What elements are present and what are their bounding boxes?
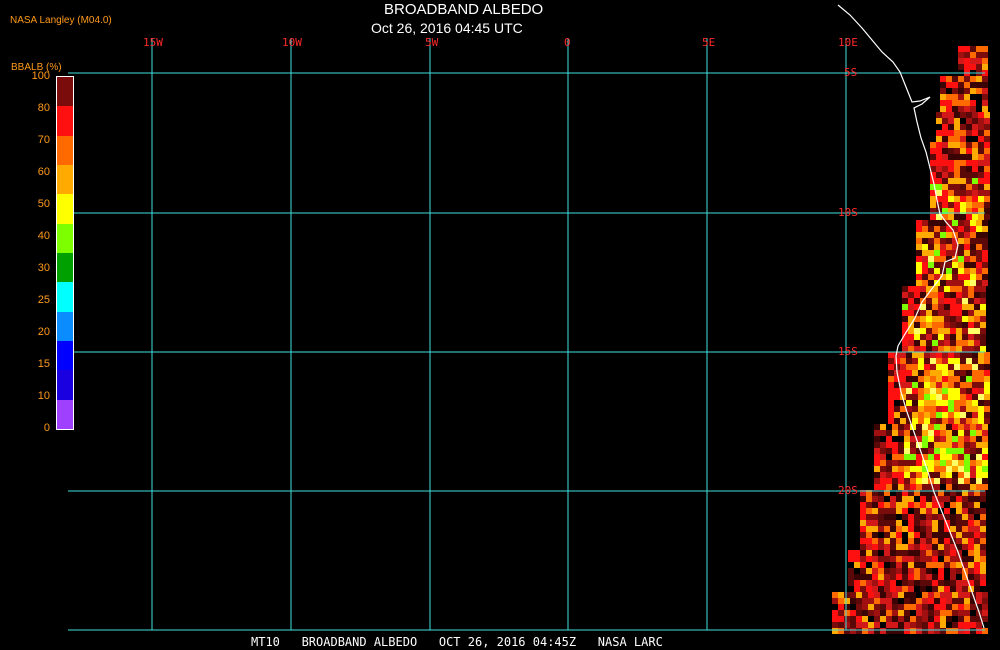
legend-tick-label: 40 <box>37 230 50 242</box>
legend-tick-label: 25 <box>37 294 50 306</box>
legend-swatch <box>57 341 73 371</box>
credit-label: NASA Langley (M04.0) <box>10 15 112 26</box>
map-timestamp: Oct 26, 2016 04:45 UTC <box>371 20 523 36</box>
legend-swatch <box>57 194 73 225</box>
lat-label-10s: 10S <box>838 206 858 219</box>
lon-label-0: 0 <box>564 36 571 49</box>
lon-label-5e: 5E <box>702 36 716 49</box>
legend-swatch <box>57 223 73 254</box>
legend-swatch <box>57 135 73 166</box>
legend-tick-label: 20 <box>37 326 50 338</box>
lat-label-15s: 15S <box>838 345 858 358</box>
legend-swatch <box>57 77 73 107</box>
color-scale-bar <box>56 76 74 430</box>
lat-label-20s: 20S <box>838 484 858 497</box>
legend-tick-label: 50 <box>37 198 50 210</box>
legend-swatch <box>57 370 73 401</box>
legend-tick-label: 30 <box>37 262 50 274</box>
map-canvas <box>0 0 1000 650</box>
legend-swatch <box>57 165 73 195</box>
lat-label-5s: 5S <box>844 66 858 79</box>
legend-swatch <box>57 311 73 342</box>
legend-tick-label: 100 <box>31 70 50 82</box>
legend-tick-label: 70 <box>37 134 50 146</box>
lon-label-10w: 10W <box>282 36 302 49</box>
lon-label-10e: 10E <box>838 36 858 49</box>
legend-tick-label: 60 <box>37 166 50 178</box>
legend-tick-label: 15 <box>37 358 50 370</box>
footer-caption: MT10 BROADBAND ALBEDO OCT 26, 2016 04:45… <box>251 635 663 649</box>
lon-label-15w: 15W <box>143 36 163 49</box>
legend-tick-label: 0 <box>43 422 50 434</box>
lon-label-5w: 5W <box>425 36 439 49</box>
legend-tick-label: 10 <box>37 390 50 402</box>
legend-swatch <box>57 399 73 430</box>
legend-swatch <box>57 253 73 283</box>
legend-tick-label: 80 <box>37 102 50 114</box>
legend-swatch <box>57 282 73 313</box>
legend-swatch <box>57 106 73 137</box>
map-title: BROADBAND ALBEDO <box>384 1 544 18</box>
